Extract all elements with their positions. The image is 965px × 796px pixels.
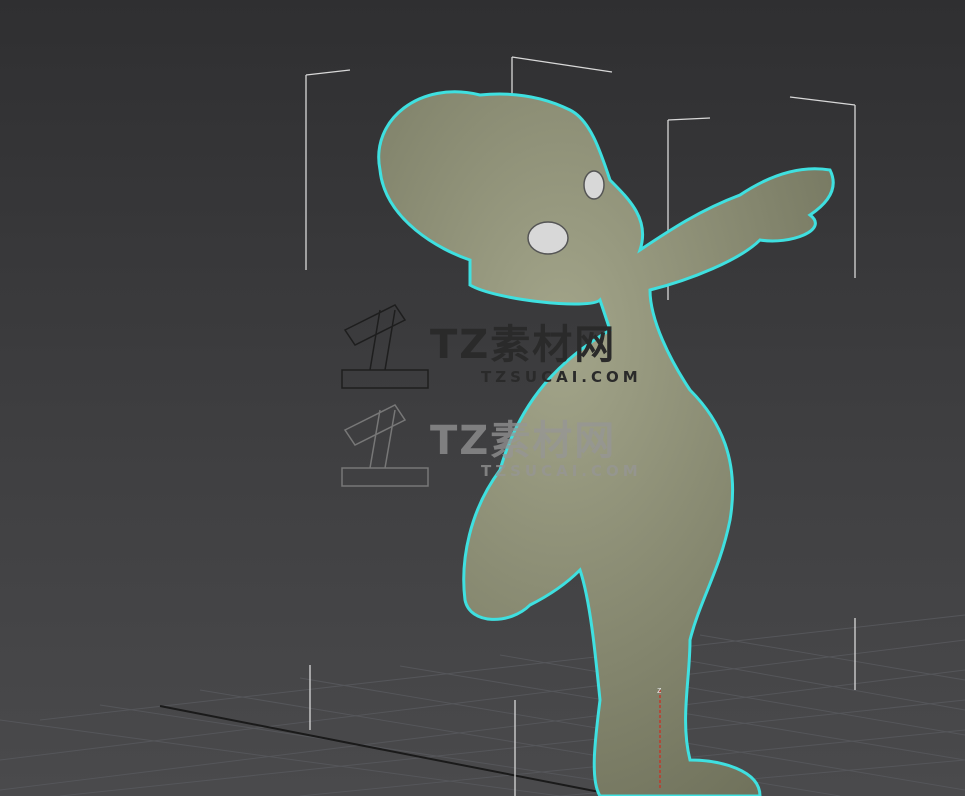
watermark-url: TZSUCAI.COM	[481, 462, 642, 480]
z-axis-label: z	[657, 685, 662, 695]
watermark-title: TZ素材网	[430, 418, 617, 464]
watermark-url: TZSUCAI.COM	[481, 368, 642, 386]
left-eye-icon	[527, 221, 569, 255]
3d-viewport[interactable]: z	[0, 0, 965, 796]
watermark-title: TZ素材网	[430, 322, 617, 368]
right-eye-icon	[583, 170, 605, 200]
